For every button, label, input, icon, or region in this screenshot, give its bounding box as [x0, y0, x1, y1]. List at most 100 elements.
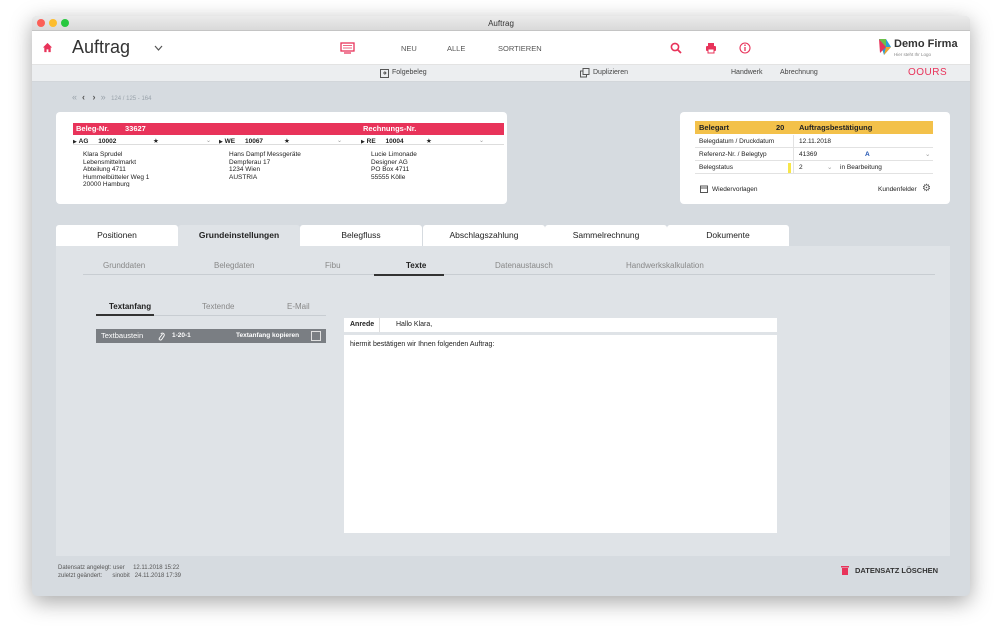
belegart-row-label: Referenz-Nr. / Belegtyp	[699, 151, 767, 158]
subtab-texte[interactable]: Texte	[406, 261, 426, 270]
star-icon[interactable]: ★	[153, 137, 159, 146]
settings-icon[interactable]: ⚙	[922, 183, 931, 194]
expand-icon[interactable]: ▶	[361, 139, 365, 145]
tab-dokumente[interactable]: Dokumente	[667, 225, 789, 246]
party-number[interactable]: 10067	[245, 138, 263, 145]
belegart-row-label: Belegstatus	[699, 164, 733, 171]
monitor-icon[interactable]	[340, 42, 355, 54]
record-counter: 124 / 125 - 164	[111, 96, 152, 102]
paperclip-icon[interactable]	[157, 332, 165, 341]
header: Auftrag NEU ALLE SORTIEREN Demo Firma Hi…	[32, 31, 970, 65]
printer-icon[interactable]	[705, 42, 717, 54]
belegart-row-value[interactable]: 41369	[799, 148, 817, 161]
address-line: Lebensmittelmarkt	[83, 158, 137, 166]
subtab-belegdaten[interactable]: Belegdaten	[214, 261, 254, 270]
subtab-handwerkskalkulation[interactable]: Handwerkskalkulation	[626, 261, 704, 270]
rechnungs-nr-label: Rechnungs-Nr.	[363, 124, 417, 133]
chevron-down-icon[interactable]: ⌄	[925, 148, 930, 161]
expand-icon[interactable]: ▶	[219, 139, 223, 145]
tab-positionen[interactable]: Positionen	[56, 225, 178, 246]
record-meta: Datensatz angelegt: user 12.11.2018 15:2…	[58, 564, 181, 580]
belegart-row: Belegdatum / Druckdatum 12.11.2018	[695, 135, 933, 148]
address-line: Lucie Limonade	[371, 151, 417, 158]
belegart-label: Belegart	[699, 123, 730, 132]
tab-abschlagszahlung[interactable]: Abschlagszahlung	[423, 225, 545, 246]
party-code: WE	[224, 138, 236, 145]
abrechnung-link[interactable]: Abrechnung	[780, 69, 818, 76]
belegart-row: Belegstatus 2 ⌄ in Bearbeitung	[695, 161, 933, 174]
first-record-icon[interactable]: «	[72, 92, 77, 102]
subtab-grunddaten[interactable]: Grunddaten	[103, 261, 145, 270]
geaendert-user: sinobit	[112, 573, 130, 579]
expand-icon[interactable]: ▶	[73, 139, 77, 145]
wiedervorlagen-button[interactable]: Wiedervorlagen	[712, 186, 758, 193]
textbaustein-label: Textbaustein	[101, 331, 144, 340]
company-name: Demo Firma	[894, 38, 958, 50]
party-code: AG	[78, 138, 89, 145]
textanfang-kopieren-checkbox[interactable]	[311, 331, 321, 341]
next-record-icon[interactable]: ›	[93, 92, 96, 102]
record-navigation: « ‹ › » 124 / 125 - 164	[72, 92, 151, 102]
search-icon[interactable]	[670, 42, 682, 54]
chevron-down-icon[interactable]	[154, 45, 163, 51]
angelegt-date: 12.11.2018 15:22	[133, 565, 180, 571]
chevron-down-icon[interactable]: ⌄	[827, 161, 832, 174]
calendar-icon	[700, 185, 708, 193]
address-line: Hummelbütteler Weg 1	[83, 173, 150, 181]
chevron-down-icon[interactable]: ⌄	[337, 137, 342, 146]
belegart-row-value[interactable]: 12.11.2018	[799, 135, 831, 148]
texttab-textende[interactable]: Textende	[202, 302, 234, 311]
company-logo-icon	[879, 39, 891, 55]
party-code: RE	[366, 138, 376, 145]
beleg-header: Beleg-Nr. 33627 Rechnungs-Nr.	[73, 123, 504, 135]
handwerk-link[interactable]: Handwerk	[731, 69, 763, 76]
last-record-icon[interactable]: »	[101, 92, 106, 102]
sortieren-button[interactable]: SORTIEREN	[498, 44, 542, 53]
chevron-down-icon[interactable]: ⌄	[479, 137, 484, 146]
company-subtitle: Hier steht Ihr Logo	[894, 52, 932, 57]
star-icon[interactable]: ★	[426, 137, 432, 146]
tab-sammelrechnung[interactable]: Sammelrechnung	[545, 225, 667, 246]
angelegt-label: Datensatz angelegt:	[58, 565, 112, 571]
prev-record-icon[interactable]: ‹	[82, 92, 85, 102]
home-icon[interactable]	[42, 42, 53, 53]
party-header: ▶ RE 10004 ★ ⌄	[361, 137, 504, 146]
anrede-input[interactable]: Hallo Klara,	[396, 318, 432, 332]
alle-button[interactable]: ALLE	[447, 44, 465, 53]
party-header: ▶ AG 10002 ★ ⌄	[73, 137, 213, 146]
text-editor[interactable]: hiermit bestätigen wir Ihnen folgenden A…	[344, 335, 777, 533]
subtab-datenaustausch[interactable]: Datenaustausch	[495, 261, 553, 270]
star-icon[interactable]: ★	[284, 137, 290, 146]
kundenfelder-button[interactable]: Kundenfelder	[878, 186, 917, 193]
page-title: Auftrag	[72, 37, 131, 57]
beleg-nr-value: 33627	[125, 124, 146, 133]
zoom-button[interactable]	[61, 19, 69, 27]
belegtyp-value[interactable]: A	[865, 148, 870, 161]
minimize-button[interactable]	[49, 19, 57, 27]
delete-record-label: DATENSATZ LÖSCHEN	[855, 565, 939, 575]
textanfang-kopieren-label: Textanfang kopieren	[236, 332, 300, 339]
address-line: Hans Dampf Messgeräte	[229, 151, 301, 158]
folgebeleg-button[interactable]: Folgebeleg	[392, 69, 427, 76]
tab-grundeinstellungen[interactable]: Grundeinstellungen	[178, 225, 300, 246]
party-address[interactable]: Hans Dampf Messgeräte Dempferau 17 1234 Wi…	[229, 151, 359, 187]
party-number[interactable]: 10004	[386, 138, 404, 145]
party-address[interactable]: Lucie Limonade Designer AG PO Box 4711 5555…	[371, 151, 501, 187]
belegart-card: Belegart 20 Auftragsbestätigung Belegdat…	[680, 112, 950, 204]
belegart-type: Auftragsbestätigung	[799, 123, 873, 132]
neu-button[interactable]: NEU	[401, 44, 417, 53]
party-number[interactable]: 10002	[98, 138, 116, 145]
belegart-row-value[interactable]: 2	[799, 161, 803, 174]
close-button[interactable]	[37, 19, 45, 27]
info-icon[interactable]	[739, 42, 751, 54]
row-divider	[793, 135, 794, 148]
tab-belegfluss[interactable]: Belegfluss	[300, 225, 422, 246]
subtab-fibu[interactable]: Fibu	[325, 261, 341, 270]
delete-record-button[interactable]: DATENSATZ LÖSCHEN	[841, 565, 938, 575]
duplizieren-button[interactable]: Duplizieren	[593, 69, 628, 76]
texttab-email[interactable]: E-Mail	[287, 302, 310, 311]
anrede-divider	[379, 318, 380, 332]
chevron-down-icon[interactable]: ⌄	[206, 137, 211, 146]
texttab-textanfang[interactable]: Textanfang	[109, 302, 151, 311]
party-address[interactable]: Klara Sprudel Lebensmittelmarkt Abteilung …	[83, 151, 213, 187]
